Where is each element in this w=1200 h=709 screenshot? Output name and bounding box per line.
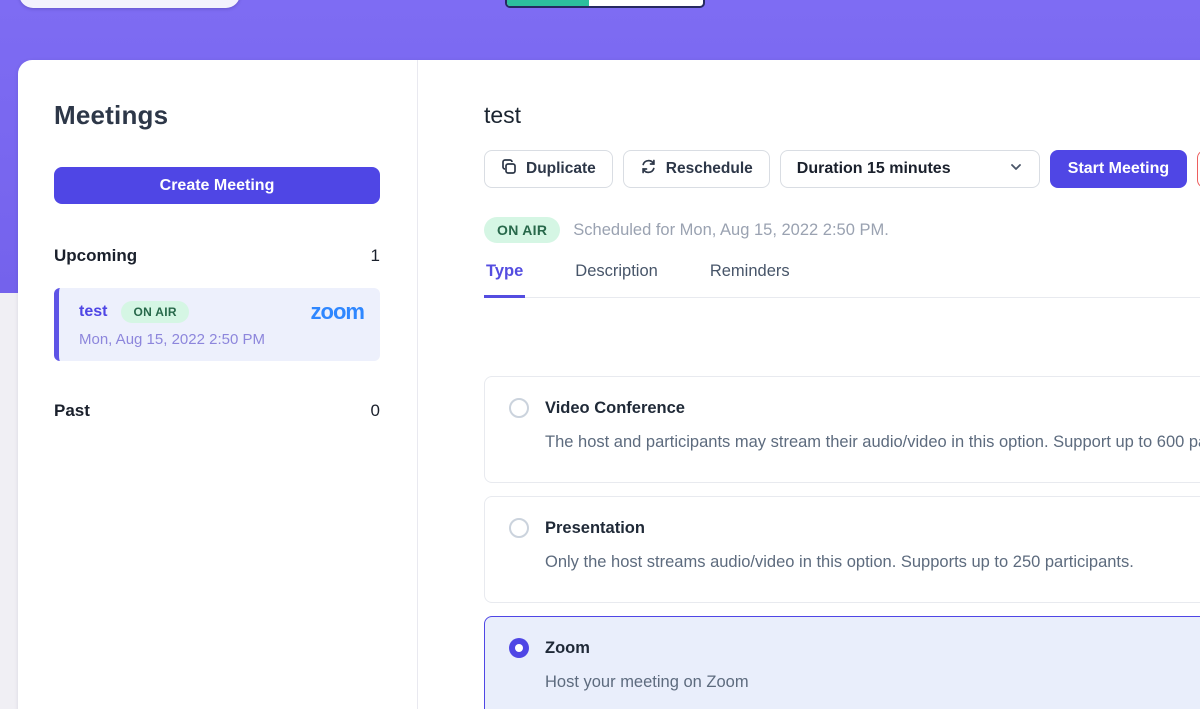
tab-description[interactable]: Description bbox=[573, 262, 660, 298]
radio-unchecked-icon[interactable] bbox=[509, 518, 529, 538]
toolbar: Duplicate Reschedule Duration 15 minutes bbox=[484, 150, 1200, 188]
tab-type[interactable]: Type bbox=[484, 262, 525, 298]
sidebar: Meetings Create Meeting Upcoming 1 test … bbox=[18, 60, 418, 709]
meeting-datetime: Mon, Aug 15, 2022 2:50 PM bbox=[79, 331, 364, 348]
meeting-detail: test Duplicate bbox=[418, 60, 1200, 709]
top-toast-pill bbox=[19, 0, 240, 8]
scheduled-text: Scheduled for Mon, Aug 15, 2022 2:50 PM. bbox=[573, 221, 889, 240]
upcoming-section-header[interactable]: Upcoming 1 bbox=[54, 246, 380, 266]
option-zoom[interactable]: Zoom Host your meeting on Zoom bbox=[484, 616, 1200, 709]
upcoming-label: Upcoming bbox=[54, 246, 137, 266]
option-description: Only the host streams audio/video in thi… bbox=[545, 548, 1200, 577]
option-video-conference[interactable]: Video Conference The host and participan… bbox=[484, 376, 1200, 483]
zoom-logo: zoom bbox=[311, 301, 364, 323]
meeting-type-options: Video Conference The host and participan… bbox=[484, 376, 1200, 709]
upcoming-count: 1 bbox=[371, 246, 380, 266]
sidebar-title: Meetings bbox=[54, 100, 380, 131]
tab-bar: Type Description Reminders bbox=[484, 262, 1200, 298]
top-progress-bar bbox=[505, 0, 705, 8]
start-meeting-button[interactable]: Start Meeting bbox=[1050, 150, 1187, 188]
radio-checked-icon[interactable] bbox=[509, 638, 529, 658]
progress-fill bbox=[507, 0, 589, 6]
duplicate-button[interactable]: Duplicate bbox=[484, 150, 613, 188]
radio-unchecked-icon[interactable] bbox=[509, 398, 529, 418]
meetings-panel: Meetings Create Meeting Upcoming 1 test … bbox=[18, 60, 1200, 709]
reschedule-button[interactable]: Reschedule bbox=[623, 150, 770, 188]
option-description: Host your meeting on Zoom bbox=[545, 668, 1200, 697]
option-presentation[interactable]: Presentation Only the host streams audio… bbox=[484, 496, 1200, 603]
option-description: The host and participants may stream the… bbox=[545, 428, 1200, 457]
duration-select[interactable]: Duration 15 minutes bbox=[780, 150, 1040, 188]
status-row: ON AIR Scheduled for Mon, Aug 15, 2022 2… bbox=[484, 217, 1200, 243]
past-label: Past bbox=[54, 401, 90, 421]
refresh-icon bbox=[640, 158, 657, 180]
past-section-header[interactable]: Past 0 bbox=[54, 401, 380, 421]
create-meeting-button[interactable]: Create Meeting bbox=[54, 167, 380, 204]
past-count: 0 bbox=[371, 401, 380, 421]
meeting-title: test bbox=[484, 102, 1200, 129]
copy-icon bbox=[501, 159, 517, 180]
chevron-down-icon bbox=[1009, 160, 1023, 179]
meeting-name: test bbox=[79, 303, 107, 321]
on-air-status-badge: ON AIR bbox=[484, 217, 560, 243]
on-air-badge: ON AIR bbox=[121, 301, 188, 323]
tab-reminders[interactable]: Reminders bbox=[708, 262, 792, 298]
meeting-list-item[interactable]: test ON AIR zoom Mon, Aug 15, 2022 2:50 … bbox=[54, 288, 380, 361]
